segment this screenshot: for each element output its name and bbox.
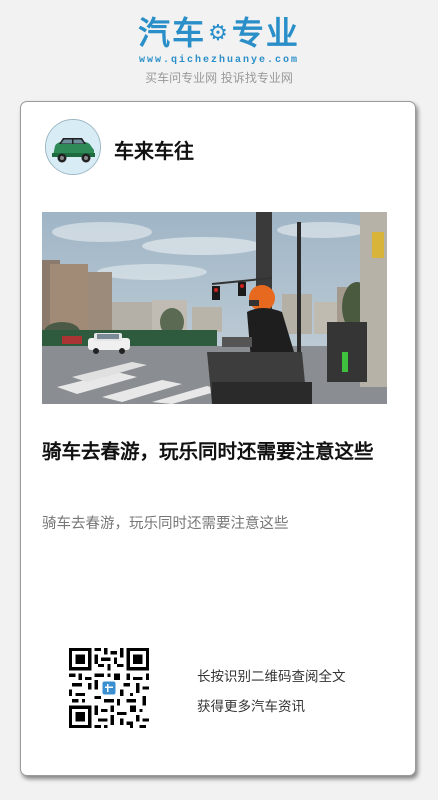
article-card[interactable]: 车来车往 骑车去春游，玩乐同时还需要注意这些 骑车去春游，玩乐同时还需要注意这些… xyxy=(20,101,416,776)
article-title[interactable]: 骑车去春游，玩乐同时还需要注意这些 xyxy=(42,437,398,467)
brand-name-part1: 汽车 xyxy=(138,14,207,52)
qr-code-icon xyxy=(69,648,149,728)
brand-logo: 汽车⚙专业 xyxy=(0,14,438,53)
qr-hint-line2: 获得更多汽车资讯 xyxy=(197,699,305,715)
qr-code[interactable] xyxy=(69,648,149,728)
car-avatar-icon xyxy=(46,120,100,174)
street-scene-image xyxy=(42,212,387,404)
brand-name-part2: 专业 xyxy=(231,14,300,52)
brand-domain: www.qichezhuanye.com xyxy=(138,55,300,66)
article-image xyxy=(42,212,387,404)
qr-hint-line1: 长按识别二维码查阅全文 xyxy=(197,669,346,685)
author-avatar xyxy=(45,119,101,175)
brand-tagline: 买车问专业网 投诉找专业网 xyxy=(145,71,293,85)
author-name: 车来车往 xyxy=(114,139,194,163)
brand-header: 汽车⚙专业 www.qichezhuanye.com 买车问专业网 投诉找专业网 xyxy=(0,14,438,86)
article-summary: 骑车去春游，玩乐同时还需要注意这些 xyxy=(42,516,289,532)
gear-icon: ⚙ xyxy=(208,21,230,46)
